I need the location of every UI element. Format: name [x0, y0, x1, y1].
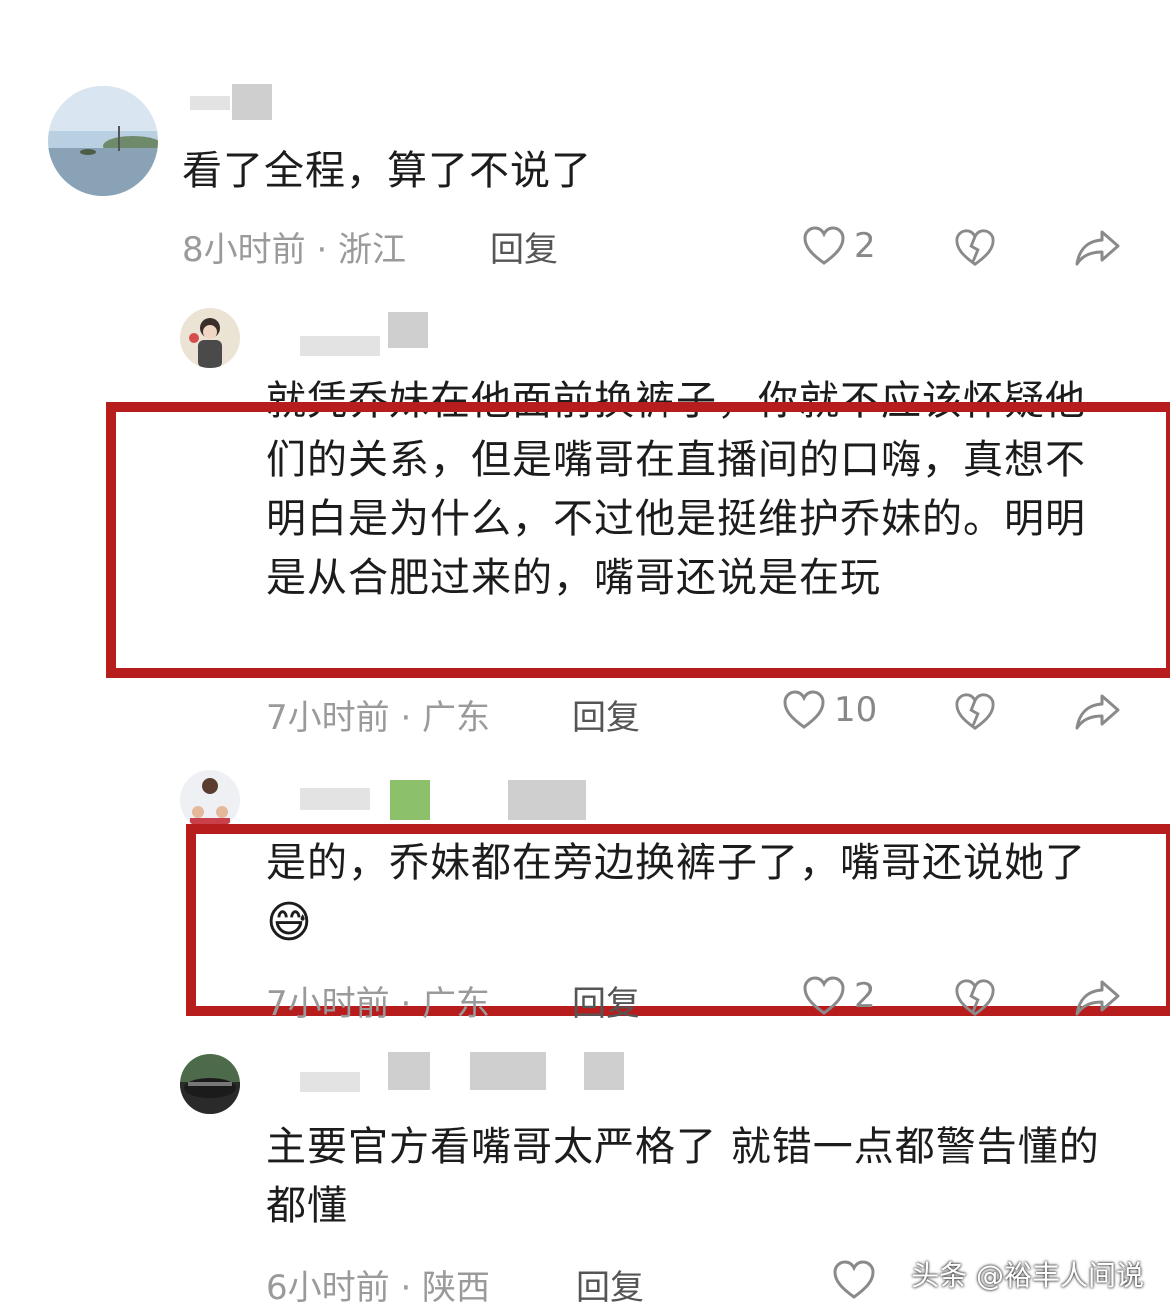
- username-redacted: [300, 336, 380, 356]
- username-redacted: [584, 1052, 624, 1090]
- comment-meta: 7小时前 · 广东: [266, 984, 491, 1024]
- avatar[interactable]: [180, 770, 240, 830]
- highlight-box: [106, 402, 1170, 678]
- username-redacted: [232, 84, 272, 120]
- avatar[interactable]: [48, 86, 158, 196]
- heart-icon: [803, 976, 845, 1015]
- username-redacted: [508, 780, 586, 820]
- username-redacted: [470, 1052, 546, 1090]
- share-icon[interactable]: [1074, 692, 1122, 736]
- username-redacted: [300, 788, 370, 810]
- avatar[interactable]: [180, 308, 240, 368]
- comment-text: 看了全程，算了不说了: [182, 148, 592, 194]
- username-redacted: [388, 312, 428, 348]
- heart-icon: [833, 1260, 875, 1299]
- comment-meta: 6小时前 · 陕西: [266, 1268, 491, 1308]
- username-redacted: [190, 96, 230, 110]
- reply-button[interactable]: 回复: [572, 690, 640, 739]
- comment-meta: 8小时前 · 浙江: [182, 230, 407, 270]
- reply-button[interactable]: 回复: [490, 222, 558, 271]
- reply-button[interactable]: 回复: [576, 1260, 644, 1309]
- dislike-heart-icon[interactable]: [954, 692, 996, 736]
- like-count: 2: [854, 976, 876, 1016]
- reply-button[interactable]: 回复: [572, 976, 640, 1025]
- like-count: 2: [854, 226, 876, 266]
- dislike-heart-icon[interactable]: [954, 228, 996, 272]
- username-redacted: [388, 1052, 430, 1090]
- like-button[interactable]: 10: [782, 690, 877, 730]
- heart-icon: [783, 690, 825, 729]
- username-redacted: [390, 780, 430, 820]
- like-button[interactable]: [832, 1260, 884, 1300]
- avatar[interactable]: [180, 1054, 240, 1114]
- comment-text: 主要官方看嘴哥太严格了 就错一点都警告懂的都懂: [266, 1124, 1100, 1229]
- heart-icon: [803, 226, 845, 265]
- like-button[interactable]: 2: [802, 226, 876, 266]
- username-redacted: [300, 1072, 360, 1092]
- share-icon[interactable]: [1074, 978, 1122, 1022]
- like-count: 10: [834, 690, 878, 730]
- comment-meta: 7小时前 · 广东: [266, 698, 491, 738]
- share-icon[interactable]: [1074, 228, 1122, 272]
- watermark: 头条 @裕丰人间说: [911, 1259, 1144, 1292]
- dislike-heart-icon[interactable]: [954, 978, 996, 1022]
- like-button[interactable]: 2: [802, 976, 876, 1016]
